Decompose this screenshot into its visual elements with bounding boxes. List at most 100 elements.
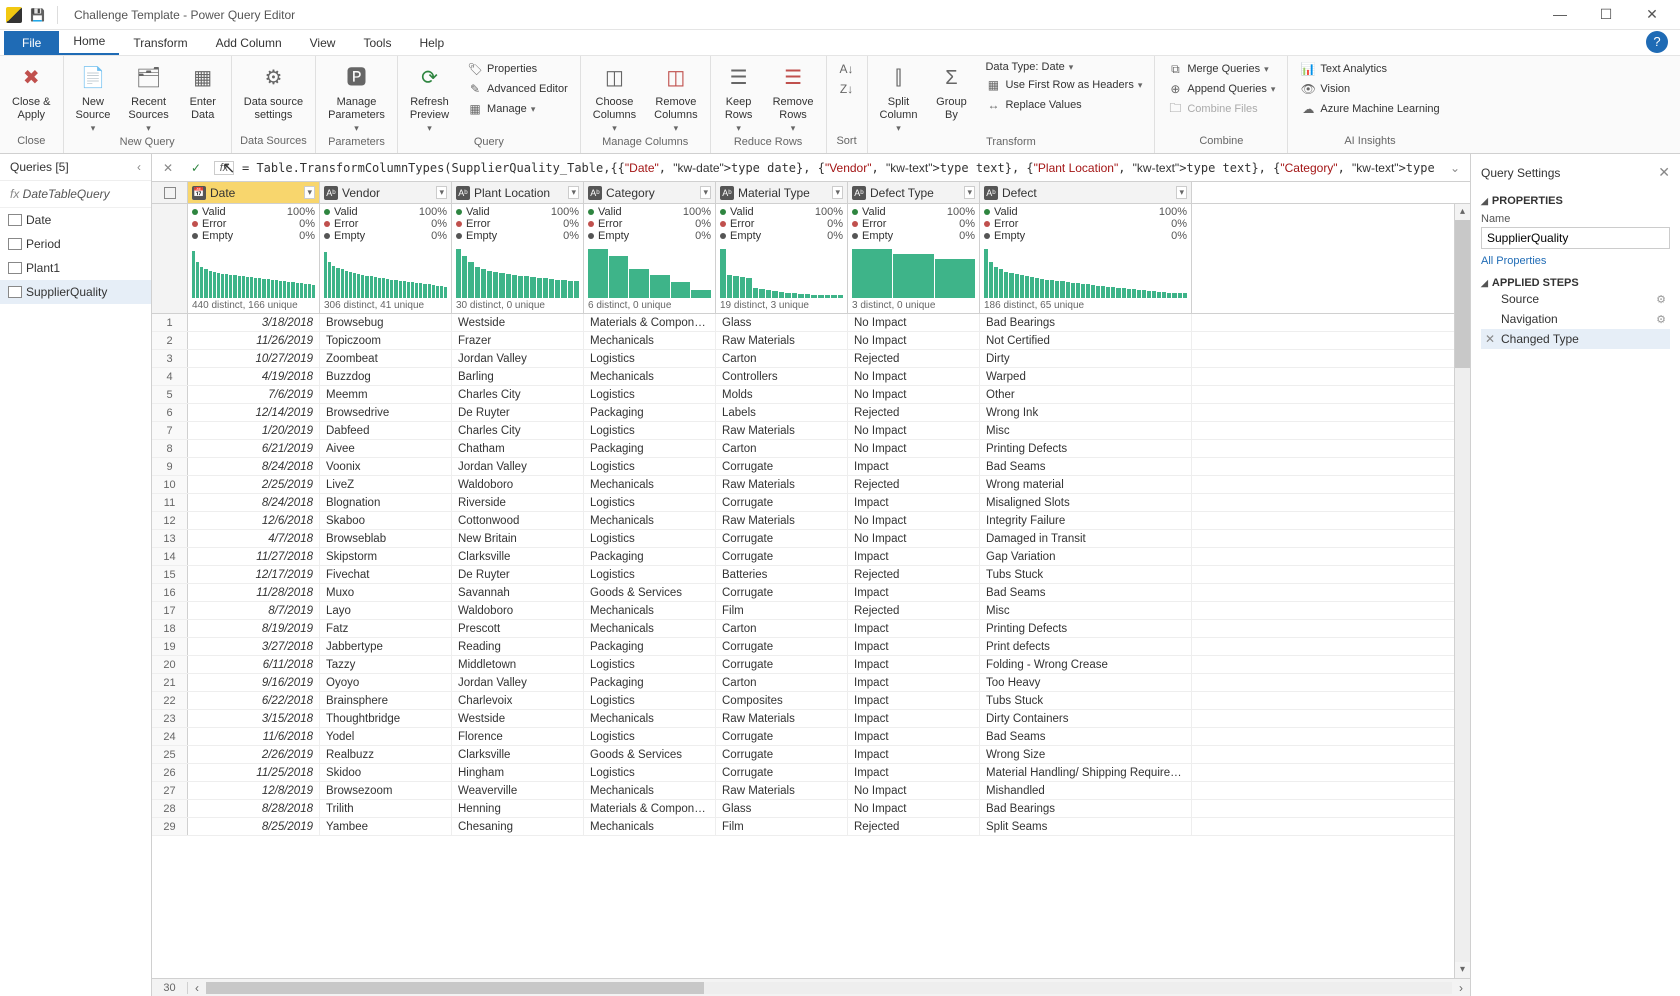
cell[interactable]: Raw Materials <box>716 710 848 727</box>
table-row[interactable]: 288/28/2018TrilithHenningMaterials & Com… <box>152 800 1470 818</box>
cell[interactable]: Voonix <box>320 458 452 475</box>
row-number[interactable]: 12 <box>152 512 188 529</box>
azure-ml-button[interactable]: ☁Azure Machine Learning <box>1296 100 1443 118</box>
cell[interactable]: Westside <box>452 314 584 331</box>
row-number[interactable]: 3 <box>152 350 188 367</box>
cell[interactable]: Fivechat <box>320 566 452 583</box>
cell[interactable]: 11/26/2019 <box>188 332 320 349</box>
cell[interactable]: No Impact <box>848 332 980 349</box>
cell[interactable]: Impact <box>848 656 980 673</box>
cell[interactable]: Realbuzz <box>320 746 452 763</box>
cell[interactable]: 8/24/2018 <box>188 458 320 475</box>
step-gear-icon[interactable]: ⚙ <box>1656 293 1666 306</box>
fx-query-item[interactable]: DateTableQuery <box>0 181 151 208</box>
cell[interactable]: Bad Seams <box>980 584 1192 601</box>
row-number[interactable]: 25 <box>152 746 188 763</box>
all-properties-link[interactable]: All Properties <box>1481 255 1670 267</box>
cell[interactable]: Logistics <box>584 530 716 547</box>
cell[interactable]: Carton <box>716 674 848 691</box>
cell[interactable]: Impact <box>848 638 980 655</box>
cell[interactable]: Bad Seams <box>980 728 1192 745</box>
cell[interactable]: Printing Defects <box>980 620 1192 637</box>
group-by-button[interactable]: ΣGroup By <box>931 60 971 123</box>
cell[interactable]: Raw Materials <box>716 476 848 493</box>
cell[interactable]: Rejected <box>848 404 980 421</box>
row-number[interactable]: 7 <box>152 422 188 439</box>
row-number[interactable]: 23 <box>152 710 188 727</box>
cell[interactable]: Controllers <box>716 368 848 385</box>
cell[interactable]: Middletown <box>452 656 584 673</box>
cell[interactable]: Warped <box>980 368 1192 385</box>
cell[interactable]: Carton <box>716 620 848 637</box>
cell[interactable]: Batteries <box>716 566 848 583</box>
cell[interactable]: 7/6/2019 <box>188 386 320 403</box>
table-row[interactable]: 2611/25/2018SkidooHinghamLogisticsCorrug… <box>152 764 1470 782</box>
cell[interactable]: Waldoboro <box>452 476 584 493</box>
cell[interactable]: Goods & Services <box>584 584 716 601</box>
cell[interactable]: Mechanicals <box>584 476 716 493</box>
table-row[interactable]: 226/22/2018BrainsphereCharlevoixLogistic… <box>152 692 1470 710</box>
table-row[interactable]: 298/25/2019YambeeChesaningMechanicalsFil… <box>152 818 1470 836</box>
merge-queries-button[interactable]: ⧉Merge Queries <box>1163 60 1279 78</box>
column-header[interactable]: AᵇPlant Location▾ <box>452 182 584 203</box>
cell[interactable]: Wrong material <box>980 476 1192 493</box>
cell[interactable]: Bad Seams <box>980 458 1192 475</box>
cell[interactable]: Misaligned Slots <box>980 494 1192 511</box>
cell[interactable]: Bad Bearings <box>980 314 1192 331</box>
cell[interactable]: De Ruyter <box>452 566 584 583</box>
first-row-headers-button[interactable]: ▦Use First Row as Headers <box>981 76 1146 94</box>
cell[interactable]: Skaboo <box>320 512 452 529</box>
table-row[interactable]: 71/20/2019DabfeedCharles CityLogisticsRa… <box>152 422 1470 440</box>
column-header[interactable]: AᵇCategory▾ <box>584 182 716 203</box>
cell[interactable]: Thoughtbridge <box>320 710 452 727</box>
cell[interactable]: No Impact <box>848 800 980 817</box>
cell[interactable]: Dabfeed <box>320 422 452 439</box>
table-row[interactable]: 188/19/2019FatzPrescottMechanicalsCarton… <box>152 620 1470 638</box>
cell[interactable]: De Ruyter <box>452 404 584 421</box>
filter-icon[interactable]: ▾ <box>568 186 579 199</box>
cell[interactable]: Mechanicals <box>584 602 716 619</box>
refresh-preview-button[interactable]: ⟳Refresh Preview <box>406 60 453 136</box>
cell[interactable]: Tubs Stuck <box>980 692 1192 709</box>
cell[interactable]: Impact <box>848 494 980 511</box>
column-header[interactable]: AᵇDefect▾ <box>980 182 1192 203</box>
cell[interactable]: 12/8/2019 <box>188 782 320 799</box>
cell[interactable]: Corrugate <box>716 458 848 475</box>
cell[interactable]: Mishandled <box>980 782 1192 799</box>
type-icon[interactable]: Aᵇ <box>720 186 734 200</box>
vscroll-down[interactable]: ▾ <box>1460 962 1465 978</box>
cell[interactable]: Charles City <box>452 422 584 439</box>
cell[interactable]: Logistics <box>584 422 716 439</box>
cell[interactable]: Charles City <box>452 386 584 403</box>
table-row[interactable]: 57/6/2019MeemmCharles CityLogisticsMolds… <box>152 386 1470 404</box>
append-queries-button[interactable]: ⊕Append Queries <box>1163 80 1279 98</box>
cell[interactable]: Mechanicals <box>584 368 716 385</box>
cell[interactable]: Glass <box>716 314 848 331</box>
row-number[interactable]: 16 <box>152 584 188 601</box>
hscroll-thumb[interactable] <box>206 982 704 994</box>
cell[interactable]: Logistics <box>584 728 716 745</box>
row-number[interactable]: 4 <box>152 368 188 385</box>
cell[interactable]: Corrugate <box>716 638 848 655</box>
cell[interactable]: 6/21/2019 <box>188 440 320 457</box>
cell[interactable]: 9/16/2019 <box>188 674 320 691</box>
cell[interactable]: Impact <box>848 674 980 691</box>
applied-steps-section[interactable]: APPLIED STEPS <box>1481 277 1670 289</box>
row-number[interactable]: 6 <box>152 404 188 421</box>
cell[interactable]: Logistics <box>584 566 716 583</box>
column-header[interactable]: AᵇDefect Type▾ <box>848 182 980 203</box>
cell[interactable]: Logistics <box>584 692 716 709</box>
cell[interactable]: Weaverville <box>452 782 584 799</box>
cell[interactable]: No Impact <box>848 314 980 331</box>
cell[interactable]: Browsebug <box>320 314 452 331</box>
row-number[interactable]: 24 <box>152 728 188 745</box>
cell[interactable]: Skidoo <box>320 764 452 781</box>
vision-button[interactable]: 👁Vision <box>1296 80 1443 98</box>
cell[interactable]: Yodel <box>320 728 452 745</box>
cell[interactable]: 3/27/2018 <box>188 638 320 655</box>
cell[interactable]: Layo <box>320 602 452 619</box>
cell[interactable]: Impact <box>848 584 980 601</box>
cell[interactable]: Westside <box>452 710 584 727</box>
help-icon[interactable]: ? <box>1646 31 1668 53</box>
cell[interactable]: Damaged in Transit <box>980 530 1192 547</box>
